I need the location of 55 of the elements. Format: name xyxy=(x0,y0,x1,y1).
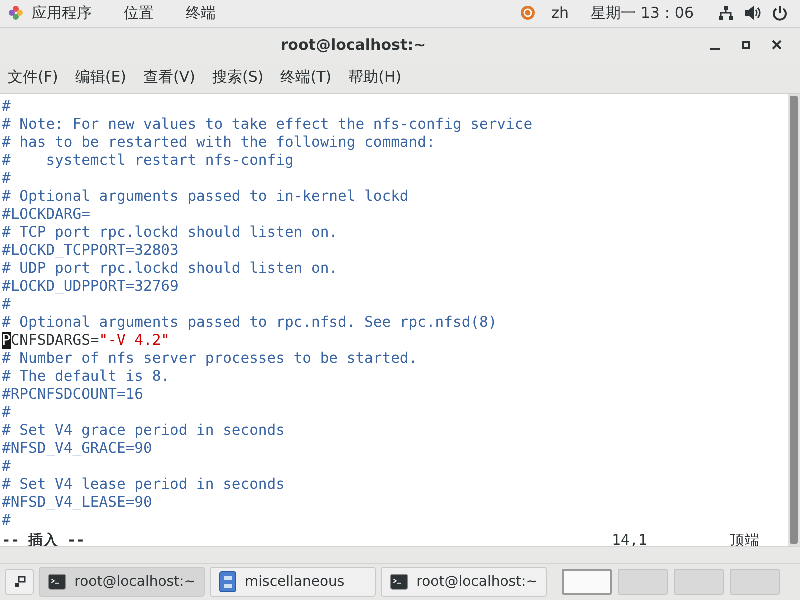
cursor-position: 14,1 xyxy=(612,532,648,550)
terminal-line: #RPCNFSDCOUNT=16 xyxy=(2,386,144,404)
network-icon[interactable] xyxy=(718,5,734,22)
terminal-line: # Set V4 lease period in seconds xyxy=(2,476,286,494)
windows-icon xyxy=(12,575,26,590)
terminal-line: #LOCKD_UDPPORT=32769 xyxy=(2,278,180,296)
clock[interactable]: 星期一 13：06 xyxy=(591,4,694,23)
terminal-line: #LOCKDARG= xyxy=(2,206,92,224)
workspace-button[interactable] xyxy=(562,569,612,596)
terminal-line: # Optional arguments passed to rpc.nfsd. See rpc.nfsd(8) xyxy=(2,314,498,332)
menu-item[interactable]: 搜索(S) xyxy=(212,68,264,88)
power-icon[interactable] xyxy=(772,5,788,22)
menu-item[interactable]: 文件(F) xyxy=(8,68,58,88)
menu-item[interactable]: 编辑(E) xyxy=(75,68,127,88)
taskbar-item[interactable]: root@localhost:~ xyxy=(381,567,547,598)
terminal-line: # The default is 8. xyxy=(2,368,172,386)
terminal-line: # Note: For new values to take effect the nfs-config service xyxy=(2,116,534,134)
terminal-line: #LOCKD_TCPPORT=32803 xyxy=(2,242,180,260)
terminal-line: # UDP port rpc.lockd should listen on. xyxy=(2,260,340,278)
terminal-line: # systemctl restart nfs-config xyxy=(2,152,295,170)
taskbar-item[interactable]: root@localhost:~ xyxy=(39,567,205,598)
menu-item[interactable]: 查看(V) xyxy=(144,68,196,88)
window-title: root@localhost:~ xyxy=(280,36,428,54)
top-menu[interactable]: 应用程序 xyxy=(32,4,92,23)
terminal-line: # xyxy=(2,296,12,314)
terminal-line: # xyxy=(2,98,12,116)
terminal-line: #NFSD_V4_GRACE=90 xyxy=(2,440,154,458)
taskbar-item[interactable]: miscellaneous xyxy=(210,567,376,598)
terminal-line: # has to be restarted with the following command: xyxy=(2,134,436,152)
terminal-icon xyxy=(48,572,67,592)
top-menu[interactable]: 位置 xyxy=(124,4,154,23)
flower-icon[interactable] xyxy=(8,5,24,22)
terminal-line: # xyxy=(2,404,12,422)
scroll-position: 顶端 xyxy=(730,532,761,550)
terminal-line: # Set V4 grace period in seconds xyxy=(2,422,286,440)
terminal-line: # xyxy=(2,512,12,530)
status-icon[interactable] xyxy=(520,5,536,22)
volume-icon[interactable] xyxy=(744,5,762,22)
show-desktop-button[interactable] xyxy=(5,569,34,596)
scrollbar[interactable] xyxy=(788,94,800,546)
cabinet-icon xyxy=(219,571,237,594)
terminal-line: #NFSD_V4_LEASE=90 xyxy=(2,494,154,512)
top-menu[interactable]: 终端 xyxy=(186,4,216,23)
terminal-line: # Number of nfs server processes to be started. xyxy=(2,350,419,368)
terminal-line: # xyxy=(2,170,12,188)
menu-item[interactable]: 终端(T) xyxy=(280,68,332,88)
input-method[interactable]: zh xyxy=(552,4,570,22)
menu-item[interactable]: 帮助(H) xyxy=(348,68,402,88)
terminal-line: # Optional arguments passed to in-kernel lockd xyxy=(2,188,410,206)
terminal-icon xyxy=(390,572,409,592)
close-button[interactable] xyxy=(772,40,782,50)
terminal-line: PCNFSDARGS="-V 4.2" xyxy=(2,332,172,350)
terminal-line: # TCP port rpc.lockd should listen on. xyxy=(2,224,340,242)
maximize-button[interactable] xyxy=(742,41,750,50)
terminal-line: # xyxy=(2,458,12,476)
